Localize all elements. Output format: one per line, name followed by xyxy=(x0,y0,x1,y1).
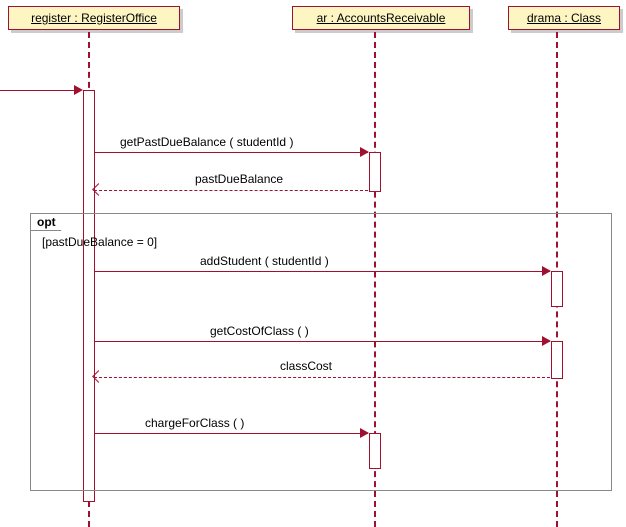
msg-addstudent: addStudent ( studentId ) xyxy=(200,254,329,268)
msg-getpastdue-arrow xyxy=(360,147,369,157)
external-call-line xyxy=(0,90,80,91)
activation-ar-2 xyxy=(369,433,381,469)
lifeline-register: register : RegisterOffice xyxy=(8,6,180,30)
msg-getpastdue-line xyxy=(94,152,368,153)
msg-addstudent-line xyxy=(94,271,550,272)
msg-getcost-line xyxy=(94,341,550,342)
fragment-operator: opt xyxy=(30,213,69,231)
external-call-arrow xyxy=(74,85,83,95)
msg-getpastdue: getPastDueBalance ( studentId ) xyxy=(120,135,293,149)
msg-getcost-arrow xyxy=(542,336,551,346)
lifeline-drama-label: drama : Class xyxy=(527,11,601,25)
msg-addstudent-arrow xyxy=(542,266,551,276)
activation-ar-1 xyxy=(369,152,381,192)
msg-pastdue-return: pastDueBalance xyxy=(195,172,283,186)
msg-chargeforclass-arrow xyxy=(360,428,369,438)
activation-drama-2 xyxy=(551,341,563,379)
lifeline-register-label: register : RegisterOffice xyxy=(31,11,157,25)
activation-drama-1 xyxy=(551,271,563,307)
lifeline-ar-label: ar : AccountsReceivable xyxy=(317,11,446,25)
fragment-guard: [pastDueBalance = 0] xyxy=(42,235,157,249)
msg-chargeforclass: chargeForClass ( ) xyxy=(145,416,244,430)
msg-chargeforclass-line xyxy=(94,433,368,434)
msg-classcost-return-line xyxy=(94,377,550,378)
msg-pastdue-return-line xyxy=(94,190,368,191)
lifeline-drama: drama : Class xyxy=(508,6,620,30)
msg-getcost: getCostOfClass ( ) xyxy=(210,324,309,338)
lifeline-ar: ar : AccountsReceivable xyxy=(292,6,470,30)
msg-classcost-return: classCost xyxy=(280,359,332,373)
